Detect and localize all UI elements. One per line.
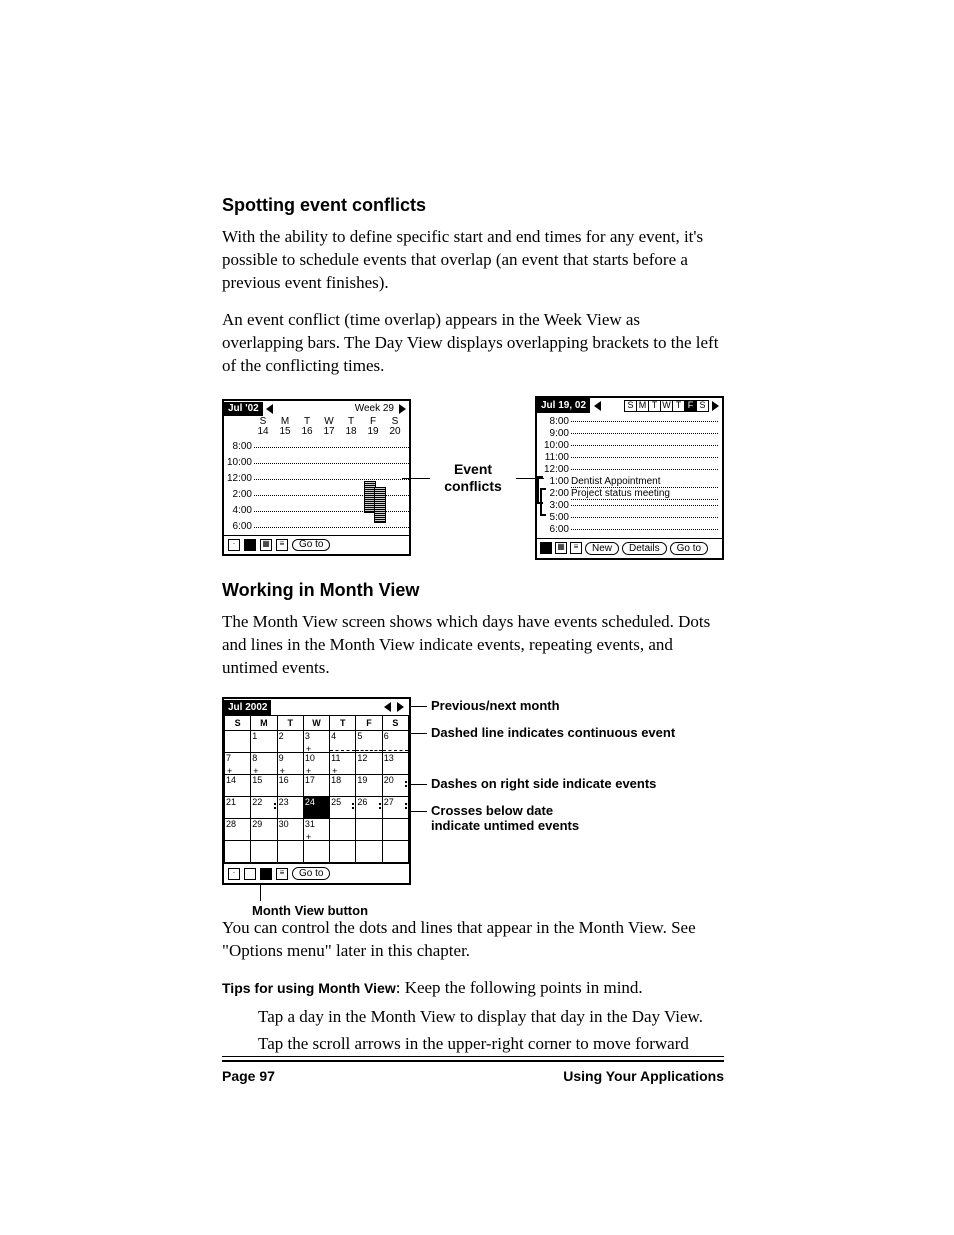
week-title: Jul '02 (224, 402, 263, 416)
day-view-icon[interactable]: · (228, 868, 240, 880)
day-agenda-list: 8:00 9:00 10:00 11:00 12:00 1:00Dentist … (537, 414, 722, 538)
day-view-screenshot: Jul 19, 02 S M T W T F S 8:00 9:00 10:00 (535, 396, 724, 560)
month-view-icon[interactable] (260, 868, 272, 880)
day-view-icon[interactable] (540, 542, 552, 554)
prev-day-icon[interactable] (594, 401, 601, 411)
tips-label: Tips for using Month View (222, 980, 396, 996)
month-view-screenshot: Jul 2002 SMTWTFS 1 2 3 4 5 6 (222, 697, 411, 885)
figure-week-day-conflicts: Jul '02 Week 29 S M T W T F S 14 15 16 1… (222, 396, 724, 560)
day-of-week-selector[interactable]: S M T W T F S (624, 400, 709, 412)
week-day-headers: S M T W T F S (224, 417, 409, 427)
callout-crosses-1: Crosses below date (431, 804, 553, 819)
callout-dashes-right: Dashes on right side indicate events (431, 777, 656, 792)
prev-month-icon[interactable] (384, 702, 391, 712)
prev-week-icon[interactable] (266, 404, 273, 414)
next-month-icon[interactable] (397, 702, 404, 712)
event-bar (374, 487, 386, 523)
go-to-button[interactable]: Go to (670, 542, 708, 555)
week-view-icon[interactable]: ▦ (555, 542, 567, 554)
document-page: Spotting event conflicts With the abilit… (0, 0, 954, 1235)
chapter-title: Using Your Applications (563, 1068, 724, 1084)
next-week-icon[interactable] (399, 404, 406, 414)
details-button[interactable]: Details (622, 542, 667, 555)
day-view-icon[interactable]: · (228, 539, 240, 551)
week-number-label: Week 29 (355, 404, 396, 414)
heading-spotting-conflicts: Spotting event conflicts (222, 195, 724, 216)
page-footer: Page 97 Using Your Applications (222, 1056, 724, 1084)
callout-dashed-line: Dashed line indicates continuous event (431, 726, 675, 741)
event-project-status[interactable]: Project status meeting (571, 488, 718, 500)
new-button[interactable]: New (585, 542, 619, 555)
tip-item-2: Tap the scroll arrows in the upper-right… (222, 1033, 724, 1056)
event-conflicts-callout: Event conflicts (434, 461, 512, 495)
week-view-icon[interactable] (244, 868, 256, 880)
para-conflicts-2: An event conflict (time overlap) appears… (222, 309, 724, 378)
para-month-1: The Month View screen shows which days h… (222, 611, 724, 680)
para-month-control: You can control the dots and lines that … (222, 917, 724, 963)
tips-line: Tips for using Month View: Keep the foll… (222, 977, 724, 1000)
page-number: Page 97 (222, 1068, 275, 1084)
callout-crosses-2: indicate untimed events (431, 819, 579, 834)
month-callouts: Previous/next month Dashed line indicate… (411, 697, 675, 885)
week-view-screenshot: Jul '02 Week 29 S M T W T F S 14 15 16 1… (222, 399, 411, 556)
day-title: Jul 19, 02 (537, 398, 590, 413)
week-view-icon[interactable] (244, 539, 256, 551)
go-to-button[interactable]: Go to (292, 867, 330, 880)
agenda-view-icon[interactable]: ≡ (276, 539, 288, 551)
month-title: Jul 2002 (224, 700, 271, 715)
month-calendar-grid[interactable]: SMTWTFS 1 2 3 4 5 6 7 8 9 10 11 1 (224, 715, 409, 863)
week-date-headers: 14 15 16 17 18 19 20 (224, 427, 409, 437)
figure-month-view: Jul 2002 SMTWTFS 1 2 3 4 5 6 (222, 697, 724, 885)
next-day-icon[interactable] (712, 401, 719, 411)
month-view-icon[interactable]: ≡ (570, 542, 582, 554)
go-to-button[interactable]: Go to (292, 539, 330, 551)
callout-prev-next: Previous/next month (431, 699, 560, 714)
agenda-view-icon[interactable]: ≡ (276, 868, 288, 880)
conflict-bracket (540, 488, 546, 516)
event-dentist[interactable]: Dentist Appointment (571, 476, 718, 488)
para-conflicts-1: With the ability to define specific star… (222, 226, 724, 295)
tip-item-1: Tap a day in the Month View to display t… (222, 1006, 724, 1029)
heading-month-view: Working in Month View (222, 580, 724, 601)
month-view-icon[interactable]: ▦ (260, 539, 272, 551)
callout-month-view-button: Month View button (222, 889, 724, 918)
month-button-pointer: Month View button (222, 889, 724, 917)
